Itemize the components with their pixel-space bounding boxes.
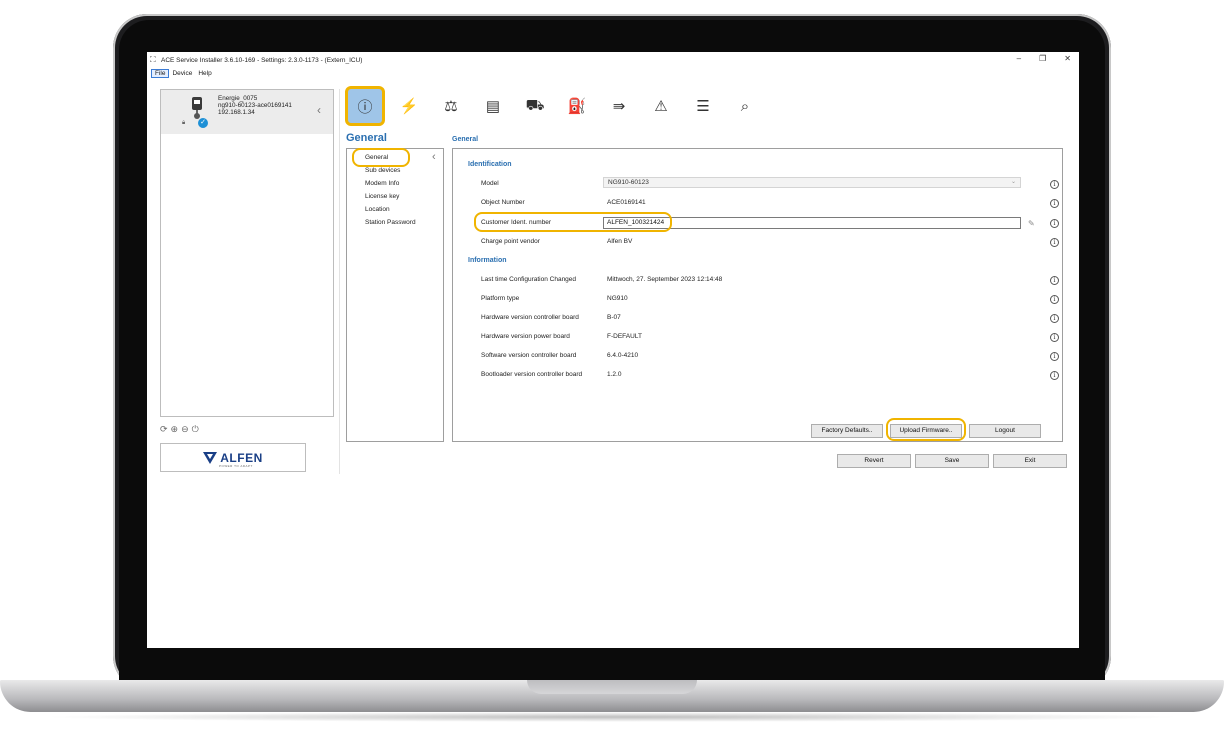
information-heading: Information bbox=[468, 257, 507, 264]
nav-item-license-key[interactable]: License key bbox=[365, 193, 399, 200]
payment-card-icon[interactable]: ▤ bbox=[475, 88, 511, 124]
identification-heading: Identification bbox=[468, 161, 512, 168]
vendor-label: Charge point vendor bbox=[481, 238, 540, 245]
info-row-value: F-DEFAULT bbox=[607, 333, 642, 340]
highlight-upload-firmware bbox=[886, 418, 966, 441]
nav-item-location[interactable]: Location bbox=[365, 206, 390, 213]
menu-file[interactable]: File bbox=[151, 68, 170, 78]
info-row-label: Hardware version power board bbox=[481, 333, 570, 340]
highlight-general bbox=[352, 148, 410, 167]
load-balancing-icon[interactable]: ⚖ bbox=[433, 88, 469, 124]
rfid-icon[interactable]: ⛟ bbox=[517, 88, 553, 124]
highlight-customer-ident bbox=[474, 212, 672, 232]
general-panel: Identification Model NG910-60123 ⌄ i Obje… bbox=[452, 148, 1063, 442]
monitoring-icon[interactable]: ⇛ bbox=[601, 88, 637, 124]
factory-defaults-button[interactable]: Factory Defaults.. bbox=[811, 424, 883, 438]
device-name: Energie_0075 bbox=[218, 95, 258, 102]
collapse-nav-icon[interactable]: ‹ bbox=[432, 151, 436, 163]
document-icon[interactable]: ☰ bbox=[685, 88, 721, 124]
laptop-shadow bbox=[40, 712, 1184, 722]
info-row-label: Platform type bbox=[481, 295, 520, 302]
remove-device-icon[interactable]: ⊖ bbox=[181, 424, 189, 435]
nav-item-modem-info[interactable]: Modem Info bbox=[365, 180, 399, 187]
object-number-info-icon[interactable]: i bbox=[1050, 199, 1059, 208]
info-row-label: Hardware version controller board bbox=[481, 314, 579, 321]
info-row-value: Mittwoch, 27. September 2023 12:14:48 bbox=[607, 276, 723, 283]
charger-icon bbox=[192, 97, 202, 119]
menu-help[interactable]: Help bbox=[195, 70, 214, 77]
edit-pencil-icon[interactable]: ✎ bbox=[1028, 219, 1035, 228]
info-row-info-icon[interactable]: i bbox=[1050, 276, 1059, 285]
device-id: ng910-60123-ace0169141 bbox=[218, 102, 292, 109]
revert-button[interactable]: Revert bbox=[837, 454, 911, 468]
refresh-icon[interactable]: ⟳ bbox=[160, 424, 168, 435]
close-button[interactable]: ✕ bbox=[1064, 54, 1071, 63]
section-title: General bbox=[346, 132, 387, 144]
lock-icon: 🔒︎ bbox=[182, 120, 186, 126]
window-controls: – ❐ ✕ bbox=[1017, 54, 1071, 63]
connected-check-icon: ✓ bbox=[198, 118, 208, 128]
info-row-info-icon[interactable]: i bbox=[1050, 371, 1059, 380]
vendor-info-icon[interactable]: i bbox=[1050, 238, 1059, 247]
device-ip: 192.168.1.34 bbox=[218, 109, 255, 116]
charging-station-icon[interactable]: ⛽ bbox=[559, 88, 595, 124]
laptop-notch bbox=[527, 680, 697, 694]
settings-nav: General Sub devices Modem Info License k… bbox=[346, 148, 444, 442]
collapse-device-panel-icon[interactable]: ‹ bbox=[317, 103, 321, 117]
alfen-logo: ALFEN POWER TO ADAPT bbox=[160, 443, 306, 472]
info-row-label: Last time Configuration Changed bbox=[481, 276, 577, 283]
nav-item-station-password[interactable]: Station Password bbox=[365, 219, 416, 226]
model-label: Model bbox=[481, 180, 499, 187]
category-toolbar: ⓘ ⚡ ⚖ ▤ ⛟ ⛽ ⇛ ⚠ ☰ ⌕ bbox=[345, 86, 769, 126]
object-number-value: ACE0169141 bbox=[607, 199, 646, 206]
device-list: 🔒︎ ✓ Energie_0075 ng910-60123-ace0169141… bbox=[160, 89, 334, 417]
info-row-info-icon[interactable]: i bbox=[1050, 295, 1059, 304]
logo-text: ALFEN bbox=[220, 450, 263, 465]
window-title: ACE Service Installer 3.6.10-169 - Setti… bbox=[161, 56, 363, 64]
info-row-info-icon[interactable]: i bbox=[1050, 352, 1059, 361]
info-row-value: B-07 bbox=[607, 314, 621, 321]
exit-button[interactable]: Exit bbox=[993, 454, 1067, 468]
info-row-info-icon[interactable]: i bbox=[1050, 314, 1059, 323]
model-info-icon[interactable]: i bbox=[1050, 180, 1059, 189]
info-row-value: NG910 bbox=[607, 295, 628, 302]
nav-item-sub-devices[interactable]: Sub devices bbox=[365, 167, 400, 174]
info-row-value: 6.4.0-4210 bbox=[607, 352, 639, 359]
menu-device[interactable]: Device bbox=[169, 70, 195, 77]
save-button[interactable]: Save bbox=[915, 454, 989, 468]
add-device-icon[interactable]: ⊕ bbox=[171, 424, 179, 435]
model-value: NG910-60123 bbox=[608, 179, 649, 186]
object-number-label: Object Number bbox=[481, 199, 525, 206]
title-bar: ⛶ ACE Service Installer 3.6.10-169 - Set… bbox=[147, 52, 1079, 68]
alfen-logo-mark bbox=[203, 451, 218, 464]
diagnostics-icon[interactable]: ⌕ bbox=[727, 88, 763, 124]
info-row-label: Bootloader version controller board bbox=[481, 371, 583, 378]
network-icon: ⛶ bbox=[150, 55, 156, 64]
info-row-label: Software version controller board bbox=[481, 352, 577, 359]
device-info: Energie_0075 ng910-60123-ace0169141 192.… bbox=[218, 95, 292, 116]
power-tower-icon[interactable]: ⚡ bbox=[391, 88, 427, 124]
warning-icon[interactable]: ⚠ bbox=[643, 88, 679, 124]
panel-divider bbox=[339, 89, 340, 474]
customer-ident-info-icon[interactable]: i bbox=[1050, 219, 1059, 228]
general-info-icon[interactable]: ⓘ bbox=[345, 86, 385, 126]
logo-tagline: POWER TO ADAPT bbox=[219, 464, 253, 468]
device-actions: ⟳ ⊕ ⊖ ⏻ bbox=[160, 424, 199, 435]
menu-bar: File Device Help bbox=[147, 68, 215, 78]
info-row-value: 1.2.0 bbox=[607, 371, 622, 378]
model-select: NG910-60123 ⌄ bbox=[603, 177, 1021, 188]
maximize-button[interactable]: ❐ bbox=[1039, 54, 1046, 63]
info-row-info-icon[interactable]: i bbox=[1050, 333, 1059, 342]
app-window: ⛶ ACE Service Installer 3.6.10-169 - Set… bbox=[147, 52, 1079, 648]
chevron-down-icon: ⌄ bbox=[1010, 179, 1016, 185]
minimize-button[interactable]: – bbox=[1017, 54, 1021, 63]
panel-title: General bbox=[452, 136, 479, 143]
logout-button[interactable]: Logout bbox=[969, 424, 1041, 438]
device-item[interactable]: 🔒︎ ✓ Energie_0075 ng910-60123-ace0169141… bbox=[161, 90, 333, 134]
vendor-value: Alfen BV bbox=[607, 238, 633, 245]
power-icon[interactable]: ⏻ bbox=[192, 424, 199, 435]
